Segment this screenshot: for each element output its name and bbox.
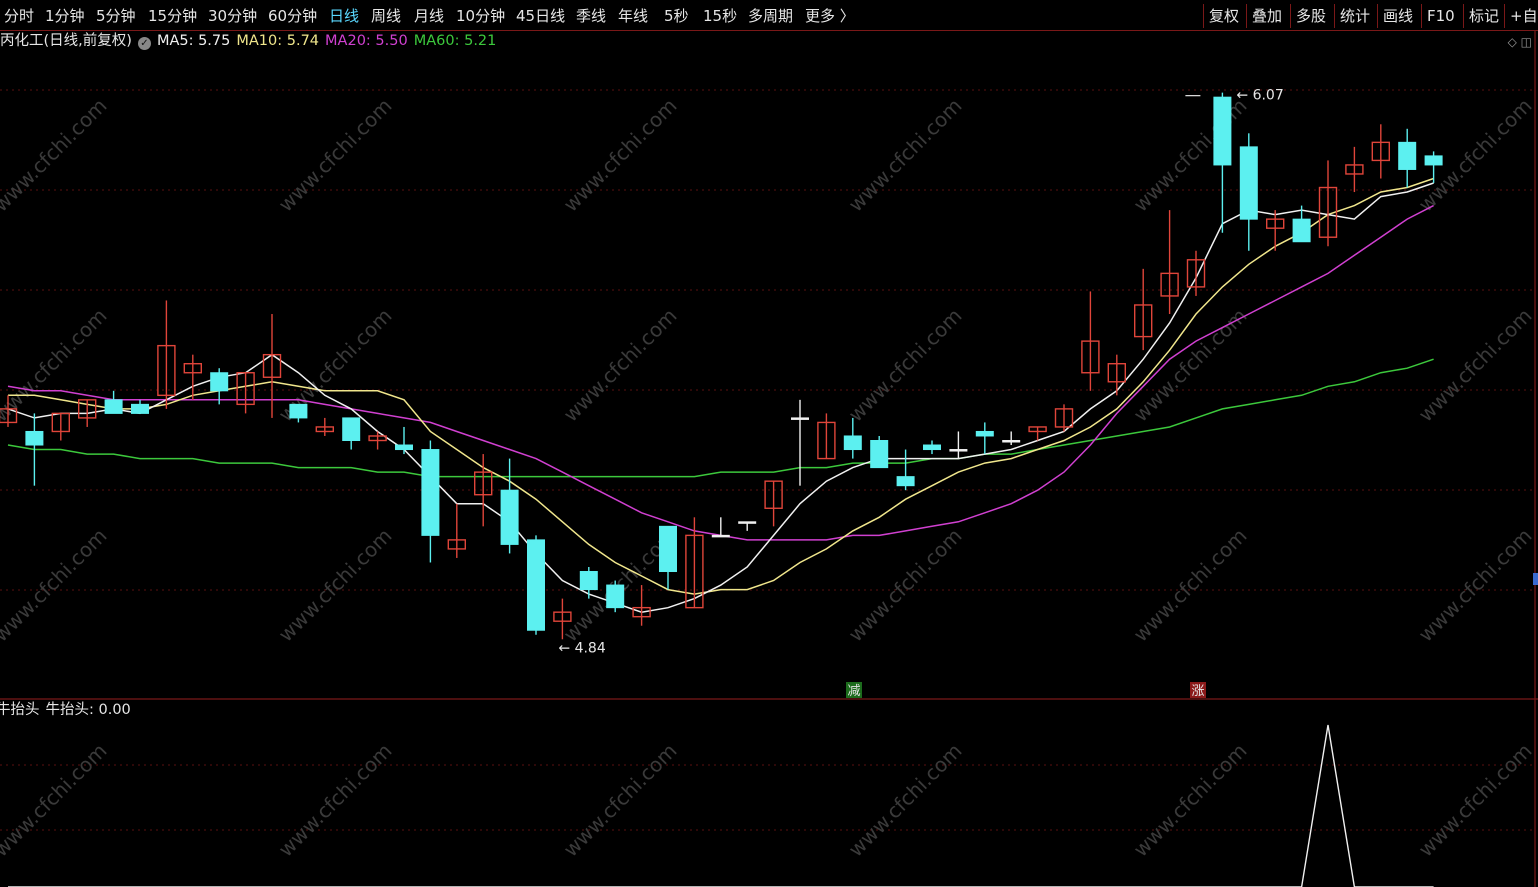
kline-chart[interactable]: www.cfchi.com www.cfchi.com www.cfchi.com w…: [0, 0, 1538, 887]
watermark: www.cfchi.com: [1414, 94, 1537, 217]
watermark: www.cfchi.com: [0, 739, 112, 862]
watermark: www.cfchi.com: [0, 524, 112, 647]
candle-body: [923, 444, 941, 451]
watermark: www.cfchi.com: [274, 739, 397, 862]
candle-body: [421, 449, 440, 536]
watermark: www.cfchi.com: [844, 524, 967, 647]
sub-indicator-line: [8, 724, 1434, 887]
high-label: ← 6.07: [1236, 88, 1283, 104]
candle-body: [1398, 141, 1417, 170]
watermark: www.cfchi.com: [844, 739, 967, 862]
watermark: www.cfchi.com: [1414, 304, 1537, 427]
watermark: www.cfchi.com: [1129, 739, 1252, 862]
watermark: www.cfchi.com: [274, 94, 397, 217]
watermark: www.cfchi.com: [844, 94, 967, 217]
watermark: www.cfchi.com: [559, 739, 682, 862]
watermark: www.cfchi.com: [0, 304, 112, 427]
watermark: www.cfchi.com: [1414, 739, 1537, 862]
watermark: www.cfchi.com: [1129, 524, 1252, 647]
candle-body: [1424, 155, 1443, 166]
candle-body: [342, 417, 361, 442]
candle-body: [1292, 218, 1311, 243]
low-label: ← 4.84: [558, 640, 605, 656]
watermark: www.cfchi.com: [1129, 94, 1252, 217]
candle-body: [870, 440, 889, 469]
price-edge-marker: [1533, 573, 1538, 585]
candle-body: [210, 372, 229, 392]
candle-body: [896, 476, 915, 487]
candle-body: [843, 435, 862, 451]
watermark: www.cfchi.com: [274, 524, 397, 647]
candle-body: [527, 539, 545, 631]
candle-body: [500, 489, 519, 545]
watermark: www.cfchi.com: [1414, 524, 1537, 647]
candle-body: [606, 584, 625, 609]
zhang-marker: 涨: [1191, 684, 1204, 699]
candle-body: [289, 403, 308, 419]
candle-body: [659, 525, 677, 573]
candle-body: [25, 430, 44, 446]
watermark: www.cfchi.com: [0, 94, 112, 217]
candle-body: [1213, 96, 1232, 166]
candle-body: [395, 444, 413, 451]
watermark: www.cfchi.com: [559, 94, 682, 217]
candle-body: [1239, 146, 1258, 220]
candle-body: [131, 403, 149, 414]
candle-body: [711, 534, 730, 538]
candle-body: [1002, 440, 1021, 443]
candle-body: [738, 521, 757, 524]
watermark: www.cfchi.com: [844, 304, 967, 427]
candle-body: [975, 430, 994, 437]
candle-body: [579, 571, 598, 591]
candle-body: [791, 417, 809, 420]
jian-marker: 减: [847, 684, 860, 699]
watermark: www.cfchi.com: [559, 304, 682, 427]
candle-body: [104, 399, 123, 414]
candle-body: [949, 449, 968, 452]
